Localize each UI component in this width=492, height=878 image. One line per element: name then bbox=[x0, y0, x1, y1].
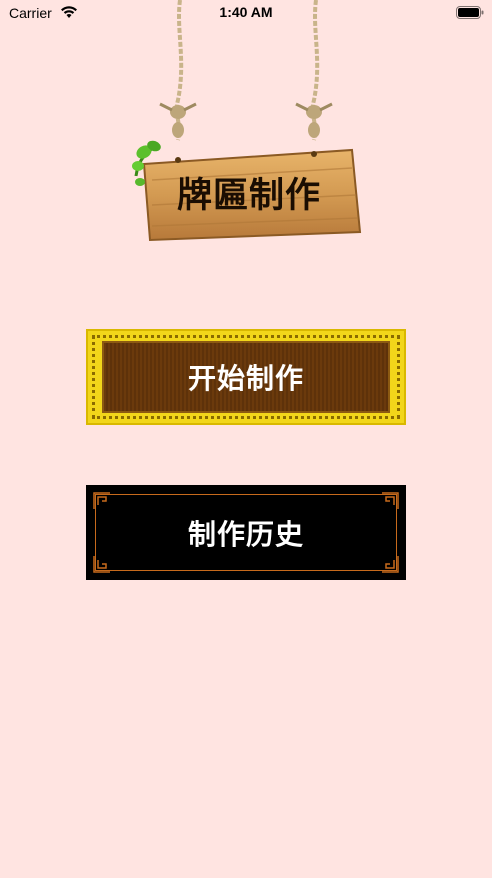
sign-title: 牌匾制作 bbox=[176, 176, 321, 216]
making-history-label: 制作历史 bbox=[187, 517, 304, 551]
battery-icon bbox=[456, 6, 484, 19]
making-history-button[interactable]: 制作历史 bbox=[86, 485, 406, 580]
start-making-button[interactable]: 开始制作 bbox=[86, 329, 406, 425]
title-sign: 牌匾制作 bbox=[130, 0, 370, 250]
start-making-label: 开始制作 bbox=[187, 362, 304, 395]
